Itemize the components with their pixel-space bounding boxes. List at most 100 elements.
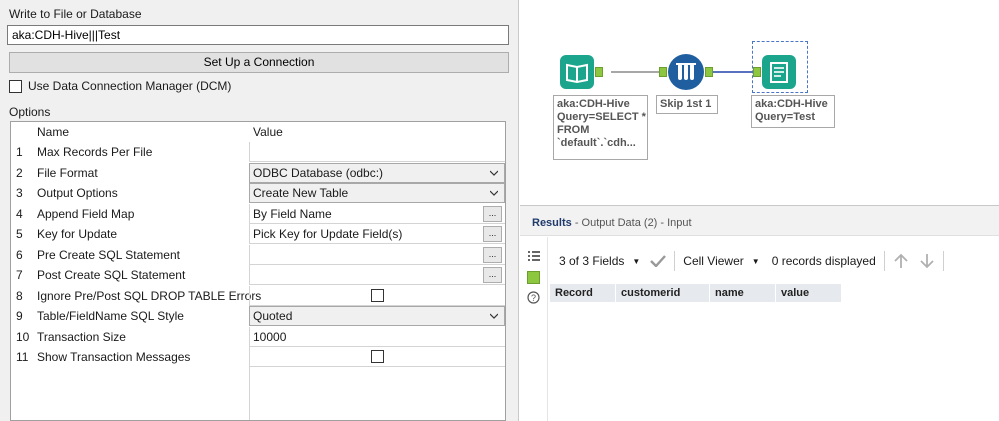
table-row: 7 Post Create SQL Statement ... [11, 265, 505, 285]
chevron-down-icon [490, 190, 498, 196]
transaction-size-field[interactable]: 10000 [249, 327, 505, 347]
output-tool-annotation: aka:CDH-Hive Query=Test [751, 95, 835, 128]
cell-viewer-button[interactable]: Cell Viewer [683, 254, 743, 268]
output-anchor[interactable] [595, 67, 603, 77]
table-row: 2 File Format ODBC Database (odbc:) [11, 163, 505, 183]
option-name: Key for Update [37, 227, 118, 241]
column-header-value[interactable]: value [776, 284, 842, 302]
row-number: 5 [16, 227, 23, 241]
max-records-field[interactable] [249, 142, 505, 162]
setup-connection-button[interactable]: Set Up a Connection [9, 52, 509, 73]
dcm-checkbox-row[interactable]: Use Data Connection Manager (DCM) [9, 78, 231, 94]
row-number: 8 [16, 289, 23, 303]
name-column-header: Name [37, 125, 70, 139]
destination-input[interactable] [7, 25, 509, 45]
svg-text:?: ? [531, 293, 536, 303]
table-row: 10 Transaction Size 10000 [11, 327, 505, 347]
results-toolbar: 3 of 3 Fields ▼ Cell Viewer ▼ 0 records … [550, 246, 999, 276]
dcm-checkbox[interactable] [9, 79, 22, 93]
table-row: 1 Max Records Per File [11, 142, 505, 162]
option-name: Show Transaction Messages [37, 350, 191, 364]
table-row: 3 Output Options Create New Table [11, 183, 505, 203]
options-label: Options [9, 105, 51, 119]
output-options-dropdown[interactable]: Create New Table [249, 183, 505, 203]
option-name: Table/FieldName SQL Style [37, 309, 184, 323]
ellipsis-button[interactable]: ... [483, 226, 502, 242]
append-field-map-field[interactable]: By Field Name ... [249, 204, 505, 224]
options-table: Name Value 1 Max Records Per File 2 File… [10, 121, 506, 421]
row-number: 4 [16, 207, 23, 221]
row-number: 9 [16, 309, 23, 323]
row-number: 10 [16, 330, 30, 344]
results-side-toolbar: ? [520, 237, 548, 421]
option-name: Append Field Map [37, 207, 135, 221]
post-create-sql-field[interactable]: ... [249, 265, 505, 285]
fields-selector[interactable]: 3 of 3 Fields [559, 254, 624, 268]
table-row: 4 Append Field Map By Field Name ... [11, 204, 505, 224]
key-for-update-field[interactable]: Pick Key for Update Field(s) ... [249, 224, 505, 244]
input-data-tool[interactable] [560, 55, 594, 89]
table-row: 9 Table/FieldName SQL Style Quoted [11, 306, 505, 326]
dropdown-value: Quoted [253, 309, 293, 323]
input-anchor[interactable] [659, 67, 667, 77]
chevron-down-icon[interactable]: ▼ [752, 257, 760, 266]
book-icon [566, 63, 588, 84]
pre-create-sql-field[interactable]: ... [249, 245, 505, 265]
output-anchor[interactable] [705, 67, 713, 77]
table-header: Name Value [11, 122, 505, 142]
sample-tool-annotation: Skip 1st 1 [656, 95, 718, 114]
row-number: 7 [16, 268, 23, 282]
results-title: Results - Output Data (2) - Input [532, 217, 692, 229]
option-name: Output Options [37, 186, 118, 200]
results-title-text: Results [532, 217, 572, 229]
option-name: Pre Create SQL Statement [37, 248, 180, 262]
dropdown-value: ODBC Database (odbc:) [253, 166, 384, 180]
show-transaction-messages-cell [249, 347, 505, 367]
list-icon[interactable] [528, 251, 540, 261]
option-name: Max Records Per File [37, 145, 153, 159]
file-format-dropdown[interactable]: ODBC Database (odbc:) [249, 163, 505, 183]
results-subtitle: - Output Data (2) - Input [574, 217, 692, 229]
row-number: 2 [16, 166, 23, 180]
sql-style-dropdown[interactable]: Quoted [249, 306, 505, 326]
workflow-canvas[interactable]: aka:CDH-Hive Query=SELECT * FROM `defaul… [520, 0, 999, 205]
results-grid-header: Record customerid name value [550, 284, 842, 302]
chevron-down-icon[interactable]: ▼ [632, 257, 640, 266]
value-column-header: Value [253, 125, 283, 139]
checkmark-icon[interactable] [650, 255, 667, 267]
dcm-label: Use Data Connection Manager (DCM) [28, 79, 232, 93]
ellipsis-button[interactable]: ... [483, 206, 502, 222]
column-header-customerid[interactable]: customerid [616, 284, 710, 302]
records-count: 0 records displayed [771, 254, 876, 268]
write-to-label: Write to File or Database [9, 7, 142, 21]
table-row: 5 Key for Update Pick Key for Update Fie… [11, 224, 505, 244]
table-row: 6 Pre Create SQL Statement ... [11, 245, 505, 265]
ellipsis-button[interactable]: ... [483, 267, 502, 283]
ignore-drop-errors-checkbox[interactable] [371, 289, 384, 302]
arrow-up-icon[interactable] [893, 253, 909, 269]
option-name: Post Create SQL Statement [37, 268, 186, 282]
column-header-record[interactable]: Record [550, 284, 616, 302]
notepad-icon [770, 62, 788, 83]
row-number: 1 [16, 145, 23, 159]
row-number: 6 [16, 248, 23, 262]
option-name: File Format [37, 166, 98, 180]
sample-tool[interactable] [668, 54, 704, 90]
output-data-tool[interactable] [762, 55, 796, 89]
results-header: Results - Output Data (2) - Input [520, 206, 999, 236]
results-panel: Results - Output Data (2) - Input ? 3 of… [520, 205, 999, 421]
field-value: Pick Key for Update Field(s) [253, 226, 403, 241]
arrow-down-icon[interactable] [919, 253, 935, 269]
column-header-name[interactable]: name [710, 284, 776, 302]
option-name: Transaction Size [37, 330, 126, 344]
table-row: 8 Ignore Pre/Post SQL DROP TABLE Errors [11, 286, 505, 306]
test-tubes-icon [676, 63, 696, 80]
ellipsis-button[interactable]: ... [483, 247, 502, 263]
dropdown-value: Create New Table [253, 186, 349, 200]
input-anchor[interactable] [753, 67, 761, 77]
help-icon[interactable]: ? [527, 291, 540, 304]
table-row: 11 Show Transaction Messages [11, 347, 505, 367]
option-name: Ignore Pre/Post SQL DROP TABLE Errors [37, 289, 262, 303]
data-view-icon[interactable] [527, 271, 540, 284]
show-transaction-messages-checkbox[interactable] [371, 350, 384, 363]
